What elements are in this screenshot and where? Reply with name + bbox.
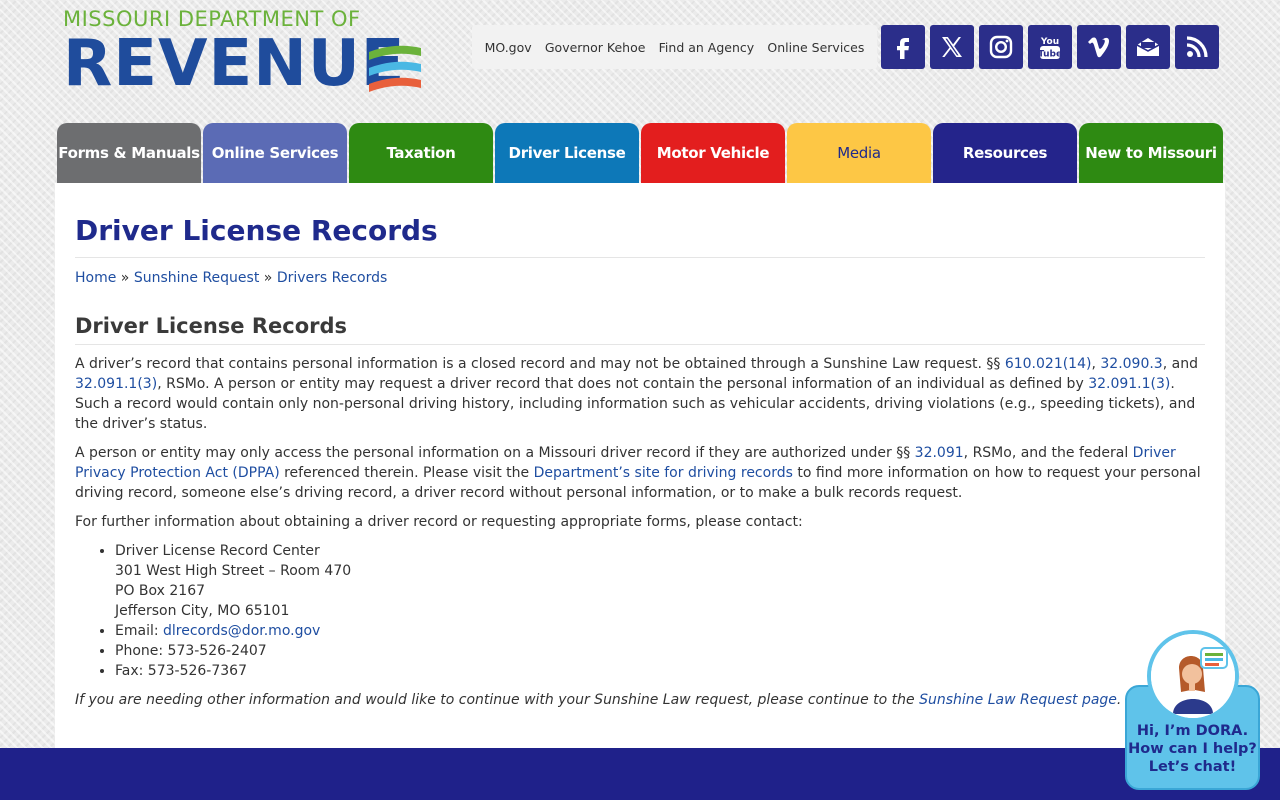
chat-line-3: Let’s chat! — [1148, 759, 1237, 775]
vimeo-link[interactable] — [1077, 25, 1121, 69]
text: . — [1116, 692, 1122, 708]
text: A driver’s record that contains personal… — [75, 356, 1005, 372]
nav-media[interactable]: Media — [787, 123, 931, 183]
instagram-icon — [989, 35, 1013, 59]
nav-resources[interactable]: Resources — [933, 123, 1077, 183]
chat-message[interactable]: Hi, I’m DORA. How can I help? Let’s chat… — [1125, 722, 1260, 776]
contact-list: Driver License Record Center 301 West Hi… — [115, 541, 1205, 681]
text: , RSMo. A person or entity may request a… — [157, 376, 1089, 392]
main-content: Driver License Records Home » Sunshine R… — [55, 183, 1225, 748]
list-item: Driver License Record Center 301 West Hi… — [115, 541, 1205, 621]
nav-motor-vehicle[interactable]: Motor Vehicle — [641, 123, 785, 183]
nav-forms-manuals[interactable]: Forms & Manuals — [57, 123, 201, 183]
breadcrumb-sunshine-request[interactable]: Sunshine Request — [134, 270, 260, 286]
x-twitter-link[interactable] — [930, 25, 974, 69]
toplink-mo-gov[interactable]: MO.gov — [485, 40, 532, 55]
section-title: Driver License Records — [75, 314, 1205, 345]
toplink-online-services[interactable]: Online Services — [767, 40, 864, 55]
contact-po-box: PO Box 2167 — [115, 583, 206, 599]
nav-taxation[interactable]: Taxation — [349, 123, 493, 183]
text: , and — [1162, 356, 1198, 372]
email-label: Email: — [115, 623, 164, 639]
paragraph-closed-record: A driver’s record that contains personal… — [75, 354, 1205, 434]
closing-note: If you are needing other information and… — [75, 690, 1205, 710]
instagram-link[interactable] — [979, 25, 1023, 69]
dora-avatar[interactable] — [1147, 630, 1239, 722]
dora-avatar-icon — [1151, 634, 1235, 718]
youtube-label-top: You — [1040, 37, 1059, 47]
facebook-link[interactable] — [881, 25, 925, 69]
statute-link-610-021[interactable]: 610.021(14) — [1005, 356, 1092, 372]
toplink-find-agency[interactable]: Find an Agency — [659, 40, 755, 55]
vimeo-icon — [1088, 37, 1109, 58]
chat-line-1: Hi, I’m DORA. — [1136, 723, 1249, 739]
statute-link-32-091-1-3-b[interactable]: 32.091.1(3) — [1088, 376, 1170, 392]
contact-street: 301 West High Street – Room 470 — [115, 563, 352, 579]
email-subscribe-link[interactable] — [1126, 25, 1170, 69]
breadcrumb-drivers-records[interactable]: Drivers Records — [277, 270, 388, 286]
toplink-governor[interactable]: Governor Kehoe — [545, 40, 646, 55]
text: A person or entity may only access the p… — [75, 445, 915, 461]
nav-driver-license[interactable]: Driver License — [495, 123, 639, 183]
rss-icon — [1186, 36, 1208, 58]
statute-link-32-090-3[interactable]: 32.090.3 — [1100, 356, 1162, 372]
x-twitter-icon — [942, 37, 962, 57]
paragraph-further-info: For further information about obtaining … — [75, 514, 803, 530]
breadcrumb-home[interactable]: Home — [75, 270, 116, 286]
text: , RSMo, and the federal — [963, 445, 1133, 461]
text: If you are needing other information and… — [75, 692, 920, 708]
dora-chat-widget[interactable]: Hi, I’m DORA. How can I help? Let’s chat… — [1125, 630, 1260, 790]
email-link[interactable]: dlrecords@dor.mo.gov — [163, 623, 320, 639]
contact-city: Jefferson City, MO 65101 — [115, 603, 290, 619]
page-title: Driver License Records — [75, 214, 1205, 258]
contact-phone: Phone: 573-526-2407 — [115, 641, 1205, 661]
main-nav: Forms & Manuals Online Services Taxation… — [57, 123, 1223, 183]
contact-name: Driver License Record Center — [115, 543, 320, 559]
statute-link-32-091[interactable]: 32.091 — [915, 445, 964, 461]
list-item: Email: dlrecords@dor.mo.gov — [115, 621, 1205, 641]
paragraph-authorized-access: A person or entity may only access the p… — [75, 443, 1205, 503]
contact-fax: Fax: 573-526-7367 — [115, 661, 1205, 681]
breadcrumb-separator: » — [120, 270, 130, 286]
statute-link-32-091-1-3[interactable]: 32.091.1(3) — [75, 376, 157, 392]
email-subscribe-icon — [1136, 38, 1160, 56]
breadcrumb: Home » Sunshine Request » Drivers Record… — [75, 270, 1205, 286]
top-links-bar: MO.gov Governor Kehoe Find an Agency Onl… — [472, 25, 877, 69]
rss-link[interactable] — [1175, 25, 1219, 69]
youtube-label-bottom: Tube — [1038, 50, 1062, 60]
chat-line-2: How can I help? — [1128, 741, 1257, 757]
nav-new-to-missouri[interactable]: New to Missouri — [1079, 123, 1223, 183]
sunshine-law-request-link[interactable]: Sunshine Law Request page — [919, 692, 1117, 708]
text: referenced therein. Please visit the — [279, 465, 534, 481]
breadcrumb-separator: » — [263, 270, 273, 286]
site-footer — [0, 748, 1280, 800]
youtube-icon: You Tube — [1038, 37, 1062, 60]
facebook-icon — [897, 38, 909, 59]
dor-logo[interactable]: MISSOURI DEPARTMENT OF REVENUE — [63, 8, 423, 100]
nav-online-services[interactable]: Online Services — [203, 123, 347, 183]
logo-stripes-icon — [369, 45, 421, 92]
social-links: You Tube — [881, 25, 1219, 69]
driving-records-site-link[interactable]: Department’s site for driving records — [534, 465, 793, 481]
youtube-link[interactable]: You Tube — [1028, 25, 1072, 69]
